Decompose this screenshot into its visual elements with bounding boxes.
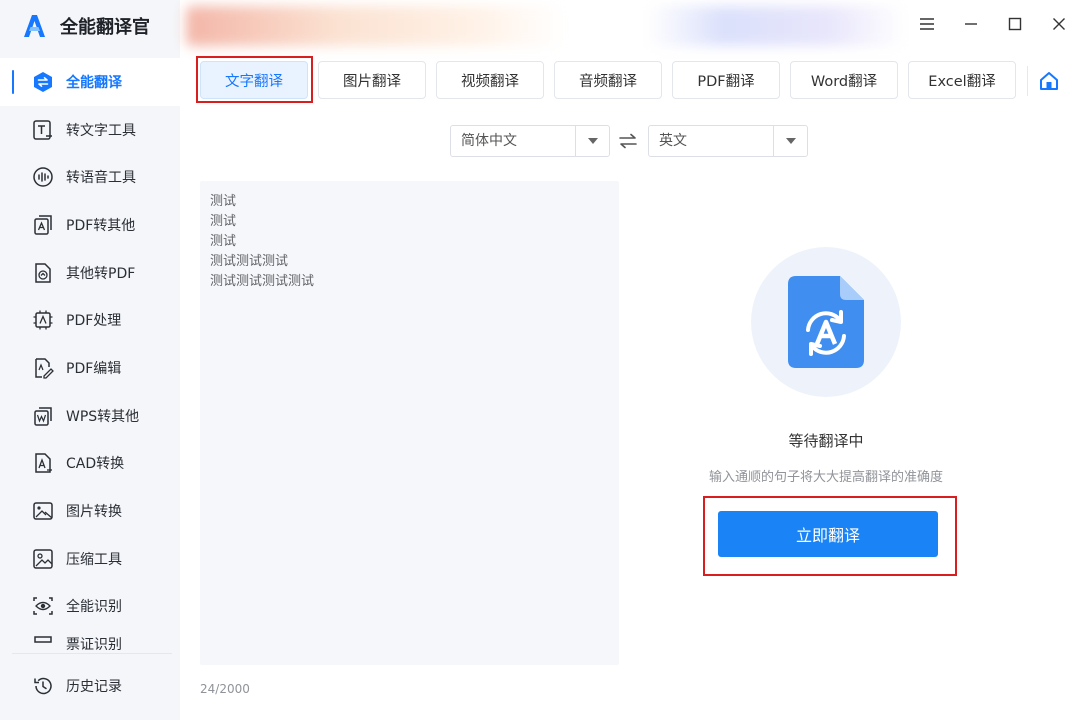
cad-icon — [32, 452, 54, 474]
blurred-banner — [646, 6, 906, 46]
target-language-select[interactable]: 英文 — [648, 125, 808, 157]
source-language-value: 简体中文 — [461, 133, 517, 149]
sidebar-item-history[interactable]: 历史记录 — [0, 662, 180, 710]
maximize-icon[interactable] — [1004, 12, 1026, 36]
highlight-box — [196, 56, 313, 103]
pdf-process-icon — [32, 309, 54, 331]
image-convert-icon — [32, 500, 54, 522]
sidebar-item-label: 全能识别 — [66, 599, 122, 616]
wps-icon — [32, 405, 54, 427]
eye-scan-icon — [32, 595, 54, 617]
minimize-icon[interactable] — [960, 12, 982, 36]
blurred-banner — [186, 6, 566, 46]
sidebar-item-label: PDF编辑 — [66, 360, 122, 377]
translation-hint: 输入通顺的句子将大大提高翻译的准确度 — [708, 470, 943, 485]
title-bar — [186, 0, 1080, 50]
translate-swap-icon — [32, 71, 54, 93]
highlight-box — [703, 496, 957, 576]
chevron-down-icon[interactable] — [575, 126, 609, 156]
app-window: 全能翻译官 全能翻译 转文字工具 转语音工具 PDF转其他 其他转PDF PDF… — [0, 0, 1080, 720]
tab-pdf-translate[interactable]: PDF翻译 — [672, 61, 780, 99]
sidebar-item-all-translate[interactable]: 全能翻译 — [0, 58, 180, 106]
sidebar-item-other-to-pdf[interactable]: 其他转PDF — [0, 249, 180, 297]
pdf-export-icon — [32, 214, 54, 236]
sidebar-item-voice-tool[interactable]: 转语音工具 — [0, 153, 180, 201]
menu-icon[interactable] — [916, 12, 938, 36]
tab-excel-translate[interactable]: Excel翻译 — [908, 61, 1016, 99]
sidebar-item-pdf-process[interactable]: PDF处理 — [0, 296, 180, 344]
sidebar-item-image-convert[interactable]: 图片转换 — [0, 487, 180, 535]
sidebar-nav: 全能翻译 转文字工具 转语音工具 PDF转其他 其他转PDF PDF处理 PDF… — [0, 58, 180, 650]
sidebar-item-label: PDF转其他 — [66, 217, 136, 234]
tab-image-translate[interactable]: 图片翻译 — [318, 61, 426, 99]
sidebar-item-wps-to-other[interactable]: WPS转其他 — [0, 392, 180, 440]
sidebar-item-label: 转文字工具 — [66, 122, 136, 139]
sidebar-item-label: 压缩工具 — [66, 551, 122, 568]
sidebar-item-pdf-edit[interactable]: PDF编辑 — [0, 344, 180, 392]
sidebar-item-pdf-to-other[interactable]: PDF转其他 — [0, 201, 180, 249]
translation-status: 等待翻译中 — [788, 432, 864, 450]
translate-tabs: 文字翻译 图片翻译 视频翻译 音频翻译 PDF翻译 Word翻译 Excel翻译 — [200, 61, 1026, 99]
to-pdf-icon — [32, 262, 54, 284]
window-controls — [916, 12, 1070, 36]
target-language-value: 英文 — [659, 133, 687, 149]
swap-language-icon[interactable] — [617, 130, 639, 152]
sidebar-divider — [12, 653, 172, 654]
compress-icon — [32, 548, 54, 570]
sidebar-item-label: 其他转PDF — [66, 265, 136, 282]
history-icon — [32, 675, 54, 697]
close-icon[interactable] — [1048, 12, 1070, 36]
source-text-input[interactable]: 测试 测试 测试 测试测试测试 测试测试测试测试 — [200, 181, 619, 665]
app-title: 全能翻译官 — [60, 17, 150, 38]
sidebar-item-cad-convert[interactable]: CAD转换 — [0, 440, 180, 488]
sidebar-item-label: 图片转换 — [66, 504, 122, 521]
tab-audio-translate[interactable]: 音频翻译 — [554, 61, 662, 99]
sidebar-item-all-recognize[interactable]: 全能识别 — [0, 583, 180, 631]
pdf-edit-icon — [32, 357, 54, 379]
home-icon[interactable] — [1038, 70, 1060, 92]
sidebar-item-label: 历史记录 — [66, 679, 122, 695]
sidebar-item-label: CAD转换 — [66, 456, 125, 473]
tab-video-translate[interactable]: 视频翻译 — [436, 61, 544, 99]
source-language-select[interactable]: 简体中文 — [450, 125, 610, 157]
sidebar: 全能翻译官 全能翻译 转文字工具 转语音工具 PDF转其他 其他转PDF PDF… — [0, 0, 180, 720]
sidebar-item-compress[interactable]: 压缩工具 — [0, 535, 180, 583]
translate-document-icon — [751, 247, 901, 397]
sidebar-item-label: 票证识别 — [66, 637, 122, 651]
character-counter: 24/2000 — [200, 682, 250, 696]
sidebar-item-label: PDF处理 — [66, 313, 122, 330]
tab-divider — [1027, 66, 1028, 96]
brand: 全能翻译官 — [20, 10, 150, 42]
sidebar-item-label: 全能翻译 — [66, 74, 122, 91]
ticket-icon — [32, 634, 54, 650]
sidebar-item-label: WPS转其他 — [66, 408, 140, 425]
sidebar-item-label: 转语音工具 — [66, 170, 136, 187]
source-text-content: 测试 测试 测试 测试测试测试 测试测试测试测试 — [210, 194, 315, 289]
tab-word-translate[interactable]: Word翻译 — [790, 61, 898, 99]
chevron-down-icon[interactable] — [773, 126, 807, 156]
voice-wave-icon — [32, 166, 54, 188]
sidebar-item-ticket-recognize[interactable]: 票证识别 — [0, 630, 180, 650]
sidebar-item-text-tool[interactable]: 转文字工具 — [0, 106, 180, 154]
text-tool-icon — [32, 119, 54, 141]
app-logo-icon — [20, 12, 48, 40]
